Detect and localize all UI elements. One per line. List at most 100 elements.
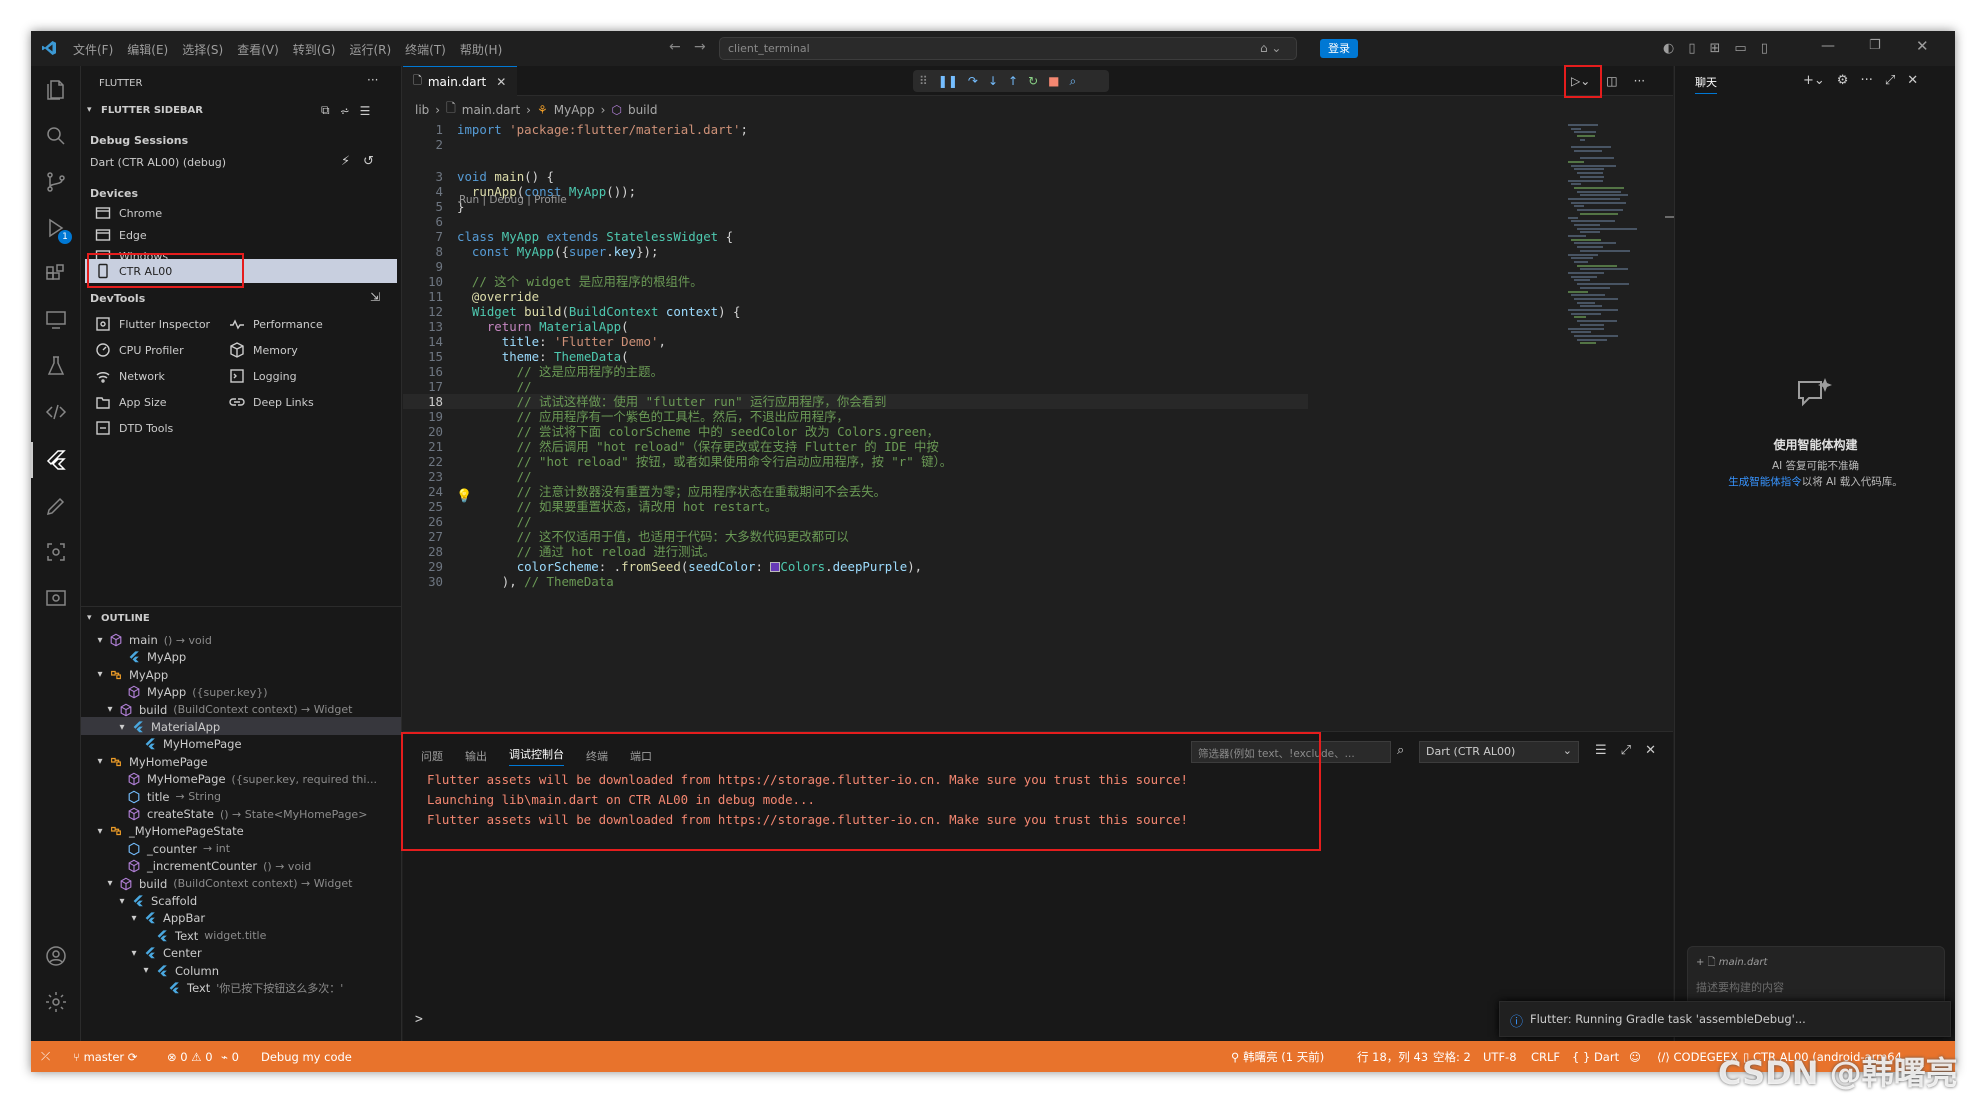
chevron-down-icon[interactable]: ▾ [139,965,153,976]
layout-grid-icon[interactable]: ⊞ [1710,41,1721,56]
gear-icon[interactable] [44,990,68,1014]
chevron-down-icon[interactable]: ▾ [93,635,107,646]
chevron-down-icon[interactable]: ▾ [93,756,107,767]
breadcrumb-item[interactable]: build [628,103,658,117]
flutter-icon[interactable] [44,448,68,472]
command-center-search[interactable]: client_terminal ⌂ ⌄ [719,37,1297,60]
close-panel-icon[interactable]: ✕ [1645,743,1656,758]
chevron-down-icon[interactable]: ▾ [127,948,141,959]
menu-file[interactable]: 文件(F) [73,41,113,58]
device-chrome[interactable]: Chrome [95,203,162,223]
restore-icon[interactable]: ❐ [1869,38,1881,53]
minimize-icon[interactable]: — [1821,38,1835,54]
close-tab-icon[interactable]: ✕ [496,75,506,89]
split-editor-icon[interactable]: ◫ [1606,74,1617,88]
filter-icon[interactable]: ⩫ [340,104,350,118]
devtool-logging[interactable]: Logging [229,366,297,386]
pause-icon[interactable]: ❚❚ [938,74,958,88]
chevron-down-icon[interactable]: ▾ [127,913,141,924]
accounts-icon[interactable]: ◐ [1663,41,1674,56]
chevron-down-icon[interactable]: ▾ [115,896,129,907]
extensions-icon[interactable] [44,262,68,286]
forward-arrow-icon[interactable]: → [694,39,706,55]
inspect-widget-icon[interactable]: ⌕ [1070,74,1077,89]
preview-icon[interactable] [44,586,68,610]
account-icon[interactable] [44,944,68,968]
language-mode[interactable]: { } Dart [1572,1041,1619,1072]
devtool-performance[interactable]: Performance [229,314,323,334]
plus-icon[interactable]: +⌄ [1803,73,1825,88]
menu-view[interactable]: 查看(V) [237,41,279,58]
restart-icon[interactable]: ↻ [1028,74,1038,88]
menu-run[interactable]: 运行(R) [349,41,391,58]
back-arrow-icon[interactable]: ← [669,39,681,55]
breadcrumb-item[interactable]: main.dart [462,103,520,117]
chevron-down-icon[interactable]: ▾ [87,105,92,115]
remote-icon[interactable]: ⤫ [41,1041,50,1072]
console-prompt[interactable]: > [415,1012,423,1027]
menu-terminal[interactable]: 终端(T) [405,41,446,58]
close-window-icon[interactable]: ✕ [1916,37,1929,55]
chevron-down-icon[interactable]: ▾ [87,613,92,623]
copilot-icon[interactable]: ⌂ ⌄ [1260,41,1282,55]
encoding[interactable]: UTF-8 [1483,1041,1517,1072]
debug-session-select[interactable]: Dart (CTR AL00) ⌄ [1419,741,1579,763]
gear-icon[interactable]: ⚙ [1837,73,1849,88]
attach-file[interactable]: + 🗋 main.dart [1696,955,1767,972]
clear-console-icon[interactable]: ☰ [1595,743,1607,758]
maximize-icon[interactable]: ⤢ [1885,73,1895,88]
lightbulb-icon[interactable]: 💡 [456,489,472,504]
step-out-icon[interactable]: ↑ [1008,74,1018,88]
menu-selection[interactable]: 选择(S) [182,41,223,58]
devtool-memory[interactable]: Memory [229,340,298,360]
branch-item[interactable]: ⑂ master ⟳ [73,1041,137,1072]
scan-icon[interactable] [44,540,68,564]
outline-header[interactable]: OUTLINE [101,613,150,624]
device-edge[interactable]: Edge [95,225,147,245]
ports-item[interactable]: ⌁ 0 [221,1041,239,1072]
remote-explorer-icon[interactable] [44,308,68,332]
close-icon[interactable]: ✕ [1907,73,1918,88]
restart-icon[interactable]: ↺ [363,154,374,169]
menu-go[interactable]: 转到(G) [293,41,336,58]
search-icon[interactable] [44,124,68,148]
indentation[interactable]: 空格: 2 [1433,1041,1471,1072]
devtool-dtd-tools[interactable]: DTD Tools [95,418,173,438]
debug-session-item[interactable]: Dart (CTR AL00) (debug) [90,156,226,169]
chevron-down-icon[interactable]: ▾ [93,669,107,680]
hot-reload-icon[interactable]: ⚡ [341,154,350,169]
codelens[interactable]: Run | Debug | Profile [459,194,567,206]
open-external-icon[interactable]: ⇲ [370,290,380,304]
cursor-position[interactable]: 行 18，列 43 [1357,1041,1428,1072]
devtool-flutter-inspector[interactable]: Flutter Inspector [95,314,210,334]
debug-my-code[interactable]: Debug my code [261,1041,352,1072]
login-button[interactable]: 登录 [1320,39,1358,58]
chevron-down-icon[interactable]: ▾ [103,878,117,889]
git-blame[interactable]: ⚲ 韩曙亮 (1 天前) [1231,1041,1324,1072]
generate-instructions-link[interactable]: 生成智能体指令 [1728,476,1802,488]
menu-edit[interactable]: 编辑(E) [127,41,168,58]
toggle-panel-icon[interactable]: ▭ [1734,41,1746,56]
chat-title[interactable]: 聊天 [1695,74,1717,94]
toggle-secondary-sidebar-icon[interactable]: ▯ [1761,41,1768,56]
color-swatch[interactable] [770,562,781,572]
code-icon[interactable] [44,400,68,424]
problems-item[interactable]: ⊗ 0 ⚠ 0 [167,1041,213,1072]
maximize-panel-icon[interactable]: ⤢ [1621,743,1631,758]
chevron-down-icon[interactable]: ▾ [93,826,107,837]
chevron-down-icon[interactable]: ▾ [103,704,117,715]
edit-pen-icon[interactable] [44,494,68,518]
tab-main-dart[interactable]: 🗋 main.dart ✕ [403,66,517,96]
line-ending[interactable]: CRLF [1531,1041,1560,1072]
more-actions-icon[interactable]: ··· [1634,74,1645,88]
notification-toast[interactable]: ⓘ Flutter: Running Gradle task 'assemble… [1499,1001,1951,1037]
devtool-network[interactable]: Network [95,366,165,386]
devtool-deep-links[interactable]: Deep Links [229,392,314,412]
section-title[interactable]: FLUTTER SIDEBAR [101,105,203,116]
chevron-down-icon[interactable]: ▾ [115,722,129,733]
drag-handle-icon[interactable]: ⠿ [919,74,928,88]
step-over-icon[interactable]: ↷ [968,74,978,88]
breadcrumb-item[interactable]: MyApp [554,103,595,117]
run-debug-icon[interactable]: 1 [44,216,72,244]
search-icon[interactable]: ⌕ [1397,743,1404,758]
